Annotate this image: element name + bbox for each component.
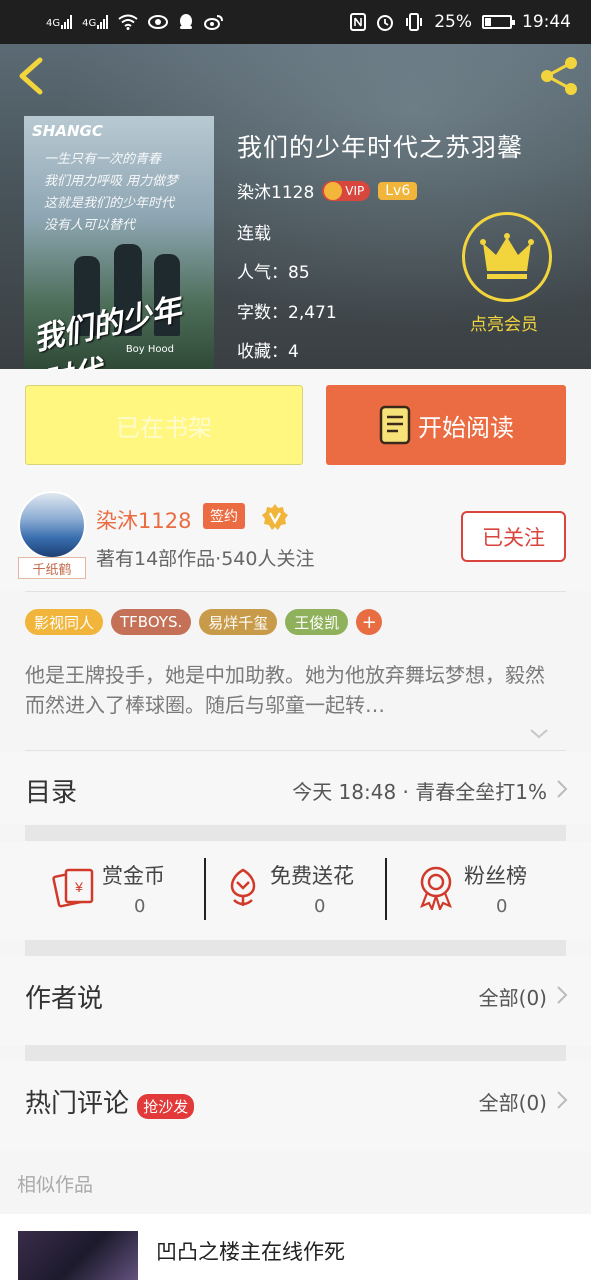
author-card: 千纸鹤 染沐1128 签约 著有14部作品·540人关注 已关注 bbox=[0, 481, 591, 591]
reward-flowers[interactable]: 免费送花 0 bbox=[224, 858, 374, 922]
toc-latest-chapter: 今天 18:48 · 青春全垒打1% bbox=[292, 780, 547, 804]
in-shelf-button[interactable]: 已在书架 bbox=[25, 385, 303, 465]
book-favorites: 收藏：4 bbox=[237, 342, 299, 362]
signed-badge: 签约 bbox=[203, 503, 245, 529]
book-author-row: 染沐1128 VIP Lv6 bbox=[237, 178, 418, 203]
follow-button[interactable]: 已关注 bbox=[461, 511, 566, 562]
reward-value: 0 bbox=[134, 896, 146, 917]
divider bbox=[25, 591, 566, 592]
level-badge: Lv6 bbox=[378, 181, 418, 200]
clock: 19:44 bbox=[522, 12, 571, 32]
reward-name: 免费送花 bbox=[270, 864, 354, 888]
divider bbox=[204, 858, 206, 920]
action-bar: 已在书架 开始阅读 bbox=[0, 369, 591, 481]
tag-chip[interactable]: 易烊千玺 bbox=[199, 609, 278, 635]
cover-line: 这就是我们的少年时代 bbox=[44, 196, 175, 211]
section-separator bbox=[25, 1045, 566, 1061]
hot-comments-row[interactable]: 热门评论 抢沙发 全部(0) bbox=[0, 1061, 591, 1151]
share-icon[interactable] bbox=[537, 54, 581, 98]
vibrate-icon bbox=[406, 13, 423, 31]
hot-comments-label: 热门评论 抢沙发 bbox=[25, 1083, 195, 1120]
tag-list: 影视同人 TFBOYS. 易烊千玺 王俊凯 + bbox=[25, 609, 383, 635]
toc-row[interactable]: 目录 今天 18:48 · 青春全垒打1% bbox=[0, 752, 591, 824]
author-name[interactable]: 染沐1128 bbox=[96, 505, 191, 535]
similar-cover bbox=[18, 1231, 138, 1280]
battery-icon bbox=[482, 15, 515, 29]
cover-line: 没有人可以替代 bbox=[44, 218, 136, 233]
reward-coins[interactable]: ¥ 赏金币 0 bbox=[52, 858, 182, 922]
author-says-label: 作者说 bbox=[25, 984, 104, 1014]
cover-art-sub: Boy Hood bbox=[125, 344, 174, 355]
avatar[interactable] bbox=[18, 491, 86, 559]
list-item[interactable]: 凹凸之楼主在线作死 bbox=[0, 1214, 591, 1280]
eye-icon bbox=[148, 15, 169, 29]
book-title: 我们的少年时代之苏羽馨 bbox=[237, 133, 524, 162]
signal-icon: 4G bbox=[82, 15, 109, 29]
verified-icon bbox=[262, 504, 288, 530]
book-icon bbox=[379, 405, 411, 445]
cover-brand: SHANGC bbox=[32, 122, 103, 140]
chevron-down-icon[interactable] bbox=[528, 722, 550, 744]
similar-works-title: 相似作品 bbox=[17, 1174, 94, 1196]
avatar-tag: 千纸鹤 bbox=[18, 557, 86, 579]
nfc-icon bbox=[350, 13, 367, 31]
synopsis[interactable]: 他是王牌投手，她是中加助教。她为他放弃舞坛梦想，毅然而然进入了棒球圈。随后与邬童… bbox=[25, 660, 555, 720]
reward-fans-rank[interactable]: 粉丝榜 0 bbox=[416, 858, 546, 922]
book-popularity: 人气：85 bbox=[237, 263, 310, 283]
reward-name: 粉丝榜 bbox=[464, 864, 527, 888]
weibo-icon bbox=[204, 15, 224, 30]
wifi-icon bbox=[118, 14, 138, 30]
section-separator bbox=[25, 825, 566, 841]
battery-percent: 25% bbox=[434, 12, 472, 32]
coin-envelope-icon: ¥ bbox=[52, 868, 94, 908]
divider bbox=[385, 858, 387, 920]
cover-line: 我们用力呼吸 用力做梦 bbox=[44, 174, 179, 189]
svg-text:¥: ¥ bbox=[74, 879, 83, 895]
tag-chip[interactable]: 王俊凯 bbox=[285, 609, 349, 635]
chevron-right-icon bbox=[557, 780, 568, 798]
reward-value: 0 bbox=[496, 896, 508, 917]
author-says-all: 全部(0) bbox=[478, 986, 547, 1010]
qq-icon bbox=[180, 14, 193, 29]
chevron-right-icon bbox=[557, 1091, 568, 1109]
similar-title: 凹凸之楼主在线作死 bbox=[156, 1240, 345, 1264]
medal-icon bbox=[420, 866, 452, 910]
sofa-badge: 抢沙发 bbox=[137, 1094, 195, 1119]
signal-icon: 4G bbox=[46, 15, 73, 29]
book-status: 连载 bbox=[237, 224, 271, 244]
book-cover[interactable]: SHANGC 一生只有一次的青春 我们用力呼吸 用力做梦 这就是我们的少年时代 … bbox=[24, 116, 214, 369]
member-label[interactable]: 点亮会员 bbox=[470, 310, 538, 335]
hot-comments-all: 全部(0) bbox=[478, 1091, 547, 1115]
author-stats: 著有14部作品·540人关注 bbox=[96, 548, 315, 570]
reward-value: 0 bbox=[314, 896, 326, 917]
chevron-right-icon bbox=[557, 986, 568, 1004]
tag-chip[interactable]: TFBOYS. bbox=[111, 609, 192, 635]
book-author[interactable]: 染沐1128 bbox=[237, 178, 314, 203]
start-reading-button[interactable]: 开始阅读 bbox=[326, 385, 566, 465]
member-button[interactable] bbox=[462, 212, 552, 302]
book-word-count: 字数：2,471 bbox=[237, 303, 337, 323]
alarm-icon bbox=[377, 15, 394, 31]
flower-icon bbox=[230, 868, 256, 906]
vip-badge: VIP bbox=[322, 180, 371, 201]
crown-icon bbox=[480, 233, 534, 279]
cover-line: 一生只有一次的青春 bbox=[44, 152, 162, 167]
add-tag-icon[interactable]: + bbox=[356, 609, 383, 635]
author-says-row[interactable]: 作者说 全部(0) bbox=[0, 956, 591, 1046]
tag-chip[interactable]: 影视同人 bbox=[25, 609, 104, 635]
back-icon[interactable] bbox=[14, 56, 50, 96]
toc-label: 目录 bbox=[25, 778, 78, 808]
section-separator bbox=[25, 940, 566, 956]
rewards-bar: ¥ 赏金币 0 免费送花 0 粉丝榜 0 bbox=[0, 842, 591, 940]
book-header: SHANGC 一生只有一次的青春 我们用力呼吸 用力做梦 这就是我们的少年时代 … bbox=[0, 44, 591, 369]
status-bar: 4G 4G 25% 19:44 bbox=[0, 0, 591, 44]
start-reading-label: 开始阅读 bbox=[418, 413, 514, 442]
crown-icon bbox=[324, 181, 343, 200]
reward-name: 赏金币 bbox=[102, 864, 165, 888]
divider bbox=[25, 750, 566, 751]
